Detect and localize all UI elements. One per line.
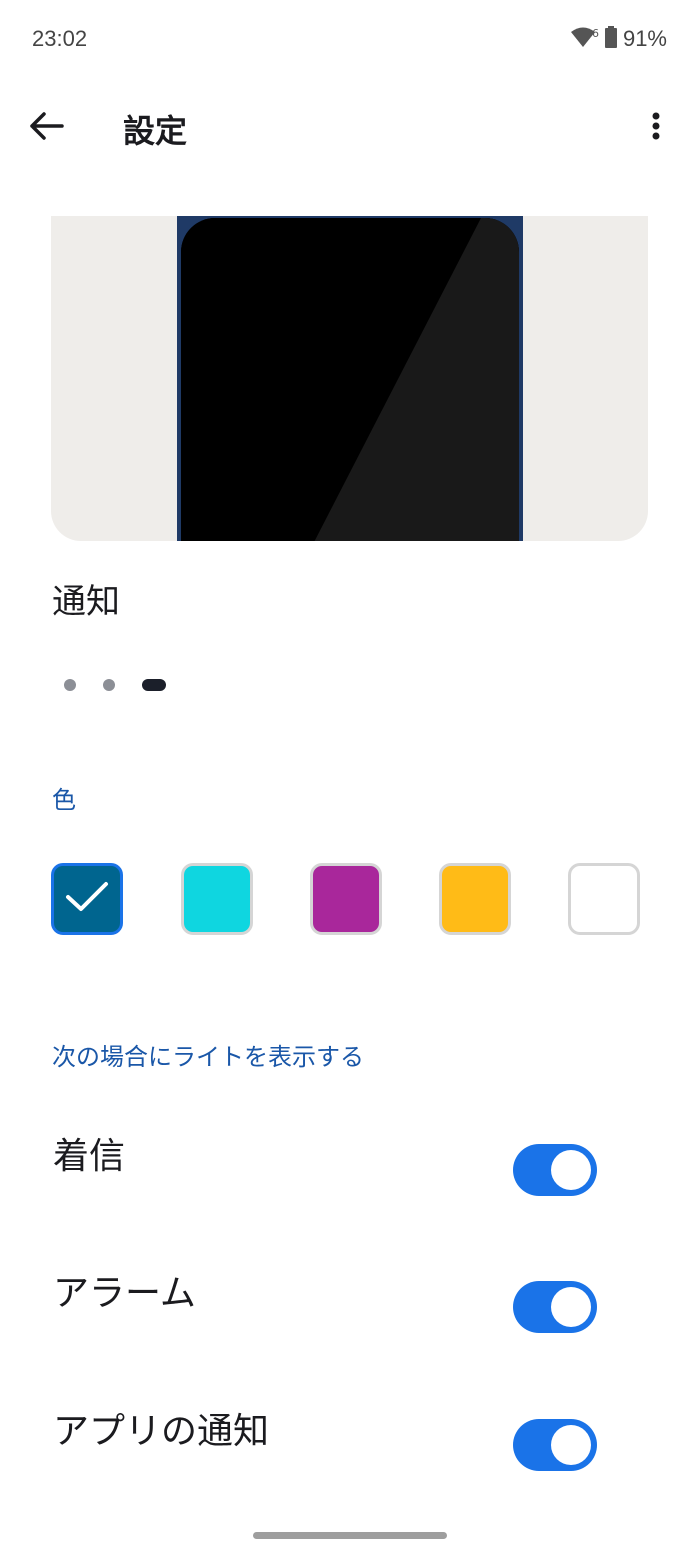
incoming-call-switch[interactable] xyxy=(513,1144,597,1196)
page-indicator xyxy=(64,678,166,692)
page-dot-active[interactable] xyxy=(142,679,166,691)
toggle-row-incoming-call[interactable]: 着信 xyxy=(0,1127,700,1237)
alarm-switch[interactable] xyxy=(513,1281,597,1333)
color-swatch-purple[interactable] xyxy=(310,863,382,935)
color-swatch-blue[interactable] xyxy=(51,863,123,935)
more-vert-icon xyxy=(652,112,660,144)
toggle-row-alarm[interactable]: アラーム xyxy=(0,1264,700,1374)
toggle-row-app-notifications[interactable]: アプリの通知 xyxy=(0,1402,700,1512)
color-swatch-row xyxy=(51,863,647,941)
light-preview-card xyxy=(51,216,648,541)
arrow-back-icon xyxy=(28,111,64,145)
switch-knob xyxy=(551,1150,591,1190)
status-time: 23:02 xyxy=(32,26,88,51)
network-badge: 6 xyxy=(591,26,599,40)
color-swatch-white[interactable] xyxy=(568,863,640,935)
back-button[interactable] xyxy=(24,106,68,150)
check-icon xyxy=(65,881,109,917)
page-dot[interactable] xyxy=(64,679,76,691)
app-notifications-switch[interactable] xyxy=(513,1419,597,1471)
switch-knob xyxy=(551,1425,591,1465)
carousel-title: 通知 xyxy=(52,582,120,622)
battery-icon xyxy=(604,26,617,52)
gesture-nav-handle[interactable] xyxy=(253,1532,447,1539)
page-title: 設定 xyxy=(123,112,188,150)
light-section-header: 次の場合にライトを表示する xyxy=(52,1043,364,1071)
phone-illustration xyxy=(177,216,523,541)
more-options-button[interactable] xyxy=(634,106,678,150)
status-bar: 23:02 6 91% xyxy=(0,0,700,80)
toggle-label: アプリの通知 xyxy=(53,1411,270,1452)
color-swatch-cyan[interactable] xyxy=(181,863,253,935)
phone-screen xyxy=(181,218,519,541)
app-bar: 設定 xyxy=(0,86,700,170)
page-dot[interactable] xyxy=(103,679,115,691)
color-swatch-yellow[interactable] xyxy=(439,863,511,935)
toggle-label: アラーム xyxy=(53,1273,196,1314)
toggle-label: 着信 xyxy=(53,1136,126,1177)
switch-knob xyxy=(551,1287,591,1327)
color-section-header: 色 xyxy=(52,786,76,814)
status-icons: 6 91% xyxy=(570,26,667,52)
battery-percent: 91% xyxy=(622,26,667,51)
